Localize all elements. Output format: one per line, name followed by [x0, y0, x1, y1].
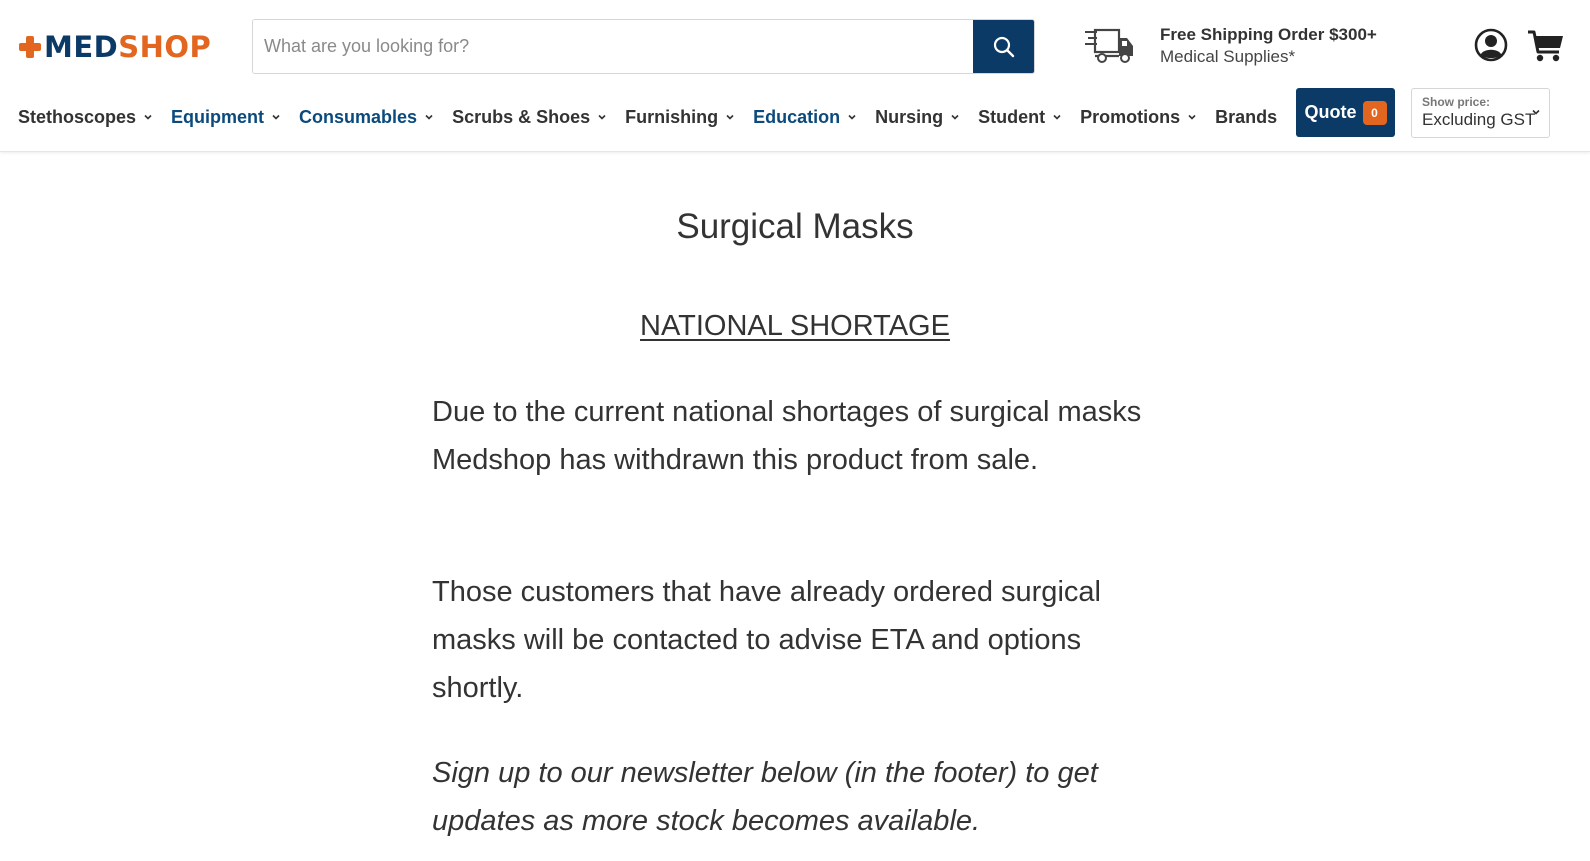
chevron-down-icon	[425, 114, 433, 120]
chevron-down-icon	[598, 114, 606, 120]
nav-item-label: Student	[978, 106, 1046, 127]
quote-label: Quote	[1304, 102, 1357, 122]
search-icon	[993, 36, 1014, 57]
nav-item-label: Equipment	[171, 106, 265, 127]
search-input[interactable]	[253, 20, 973, 73]
delivery-truck-icon	[1085, 28, 1133, 63]
shipping-headline: Free Shipping Order $300+	[1160, 25, 1377, 44]
quote-button[interactable]: Quote 0	[1296, 88, 1395, 137]
nav-item-label: Promotions	[1080, 106, 1181, 127]
chevron-down-icon	[272, 114, 280, 120]
nav-item-label: Scrubs & Shoes	[452, 106, 591, 127]
nav-item-equipment[interactable]: Equipment	[171, 107, 281, 128]
search-button[interactable]	[973, 20, 1034, 73]
newsletter-paragraph: Sign up to our newsletter below (in the …	[432, 757, 1098, 837]
main-navigation: Stethoscopes Equipment Consumables Scrub…	[18, 98, 1295, 136]
chevron-down-icon	[1188, 114, 1196, 120]
nav-item-student[interactable]: Student	[978, 107, 1062, 128]
shopping-cart-icon[interactable]	[1527, 28, 1565, 64]
nav-item-label: Education	[753, 106, 841, 127]
search-bar	[252, 19, 1035, 74]
nav-item-consumables[interactable]: Consumables	[299, 107, 434, 128]
existing-orders-paragraph: Those customers that have already ordere…	[432, 576, 1101, 704]
nav-item-scrubs-shoes[interactable]: Scrubs & Shoes	[452, 107, 607, 128]
nav-item-furnishing[interactable]: Furnishing	[625, 107, 735, 128]
chevron-down-icon	[1053, 114, 1061, 120]
nav-item-label: Nursing	[875, 106, 944, 127]
shortage-notice-heading: NATIONAL SHORTAGE	[640, 310, 950, 342]
price-select-value: Excluding GST	[1422, 110, 1536, 129]
price-display-select[interactable]: Show price: Excluding GST	[1411, 88, 1550, 138]
shortage-paragraph: Due to the current national shortages of…	[432, 396, 1142, 476]
medshop-logo[interactable]: MEDSHOP	[18, 27, 211, 67]
nav-item-brands[interactable]: Brands	[1215, 107, 1277, 128]
chevron-down-icon	[144, 114, 152, 120]
medical-cross-icon	[18, 35, 42, 59]
nav-item-label: Furnishing	[625, 106, 719, 127]
nav-item-label: Brands	[1215, 106, 1278, 127]
nav-item-label: Stethoscopes	[18, 106, 137, 127]
nav-item-stethoscopes[interactable]: Stethoscopes	[18, 107, 153, 128]
logo-shop-text: SHOP	[118, 30, 212, 64]
chevron-down-icon	[848, 114, 856, 120]
logo-med-text: MED	[44, 30, 119, 64]
chevron-down-icon	[1532, 109, 1540, 115]
nav-item-education[interactable]: Education	[753, 107, 857, 128]
nav-item-nursing[interactable]: Nursing	[875, 107, 960, 128]
nav-item-label: Consumables	[299, 106, 418, 127]
page-title: Surgical Masks	[676, 207, 914, 246]
site-header: MEDSHOP Free Shipping Order $300+ Medica…	[0, 0, 1590, 152]
chevron-down-icon	[951, 114, 959, 120]
user-account-icon[interactable]	[1474, 28, 1508, 62]
logo-wordmark: MEDSHOP	[44, 27, 211, 67]
free-shipping-notice: Free Shipping Order $300+ Medical Suppli…	[1160, 24, 1377, 68]
shipping-subline: Medical Supplies*	[1160, 47, 1296, 66]
page-content: Surgical Masks NATIONAL SHORTAGE Due to …	[0, 152, 1590, 861]
quote-count-badge: 0	[1362, 100, 1387, 125]
price-select-label: Show price:	[1422, 95, 1491, 109]
nav-item-promotions[interactable]: Promotions	[1080, 107, 1197, 128]
chevron-down-icon	[726, 114, 734, 120]
